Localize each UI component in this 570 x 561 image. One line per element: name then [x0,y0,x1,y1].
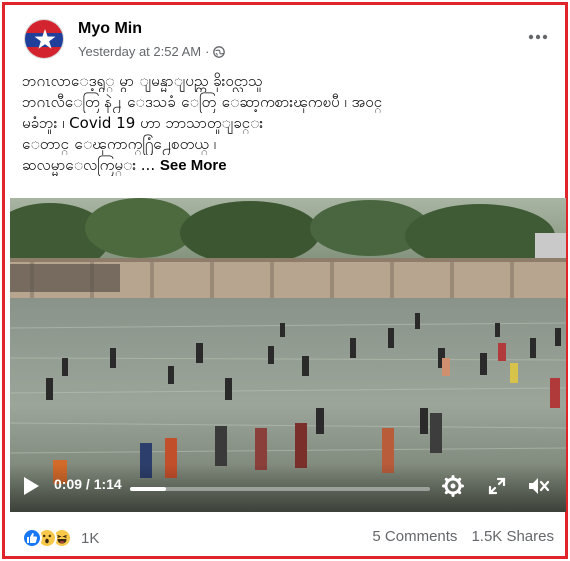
like-icon [22,528,42,548]
gear-icon [442,475,464,497]
volume-muted-icon [529,478,550,494]
video-progress-fill [130,487,166,491]
play-icon [24,477,39,495]
post-timestamp[interactable]: Yesterday at 2:52 AM [78,44,201,59]
video-progress-bar[interactable] [130,487,430,491]
post-text: ဘဂၤလာေဒ့ရွ္ မွာ ျမန္မာျပည္က ခိုး၀င္လာသူ … [22,71,552,176]
fullscreen-icon [488,477,506,495]
settings-button[interactable] [442,475,464,502]
volume-button[interactable] [528,476,550,501]
post-text-line-last: ဆလမ္မာေလကြမ္း ... See More [22,155,552,176]
more-horizontal-icon [528,34,548,40]
post-header: Myo Min Yesterday at 2:52 AM · [22,17,552,61]
see-more-link[interactable]: See More [160,157,227,174]
avatar[interactable] [24,19,64,59]
meta-separator: · [205,44,210,59]
post-meta: Yesterday at 2:52 AM · [78,44,226,59]
shares-count[interactable]: 1.5K Shares [471,528,554,545]
comments-count[interactable]: 5 Comments [372,528,457,545]
reaction-count[interactable]: 1K [81,530,99,547]
post-text-line: ဘဂၤလီေတြ နဲ႕ ေဒသခံ ေတြ ေဆာ့ကစားၾကၿပီ ၊ အ… [22,93,383,111]
author-name[interactable]: Myo Min [78,20,142,38]
globe-icon [213,45,226,58]
engagement-stats: 5 Comments 1.5K Shares [372,528,554,545]
post-text-line: ဘဂၤလာေဒ့ရွ္ မွာ ျမန္မာျပည္က ခိုး၀င္လာသူ [22,72,263,90]
reactions-summary[interactable]: 1K [22,525,99,551]
post-text-line: ေတာင္ ေၾကာက္႐ြံ႕ေစတယ္ ၊ [22,135,216,153]
post-card: Myo Min Yesterday at 2:52 AM · ဘဂၤလာေဒ့ရ… [2,2,568,559]
more-options-button[interactable] [524,23,552,51]
post-text-truncated: ဆလမ္မာေလကြမ္း ... [22,156,156,174]
video-player[interactable]: 0:09 / 1:14 [10,198,566,512]
fullscreen-button[interactable] [488,477,506,500]
post-text-line: မခံဘူး ၊ Covid 19 ဟာ ဘာသာတူျခင္း [22,114,264,132]
video-controls: 0:09 / 1:14 [10,464,566,512]
video-time: 0:09 / 1:14 [54,476,122,492]
play-button[interactable] [22,476,40,501]
post-footer: 1K 5 Comments 1.5K Shares [22,523,554,553]
